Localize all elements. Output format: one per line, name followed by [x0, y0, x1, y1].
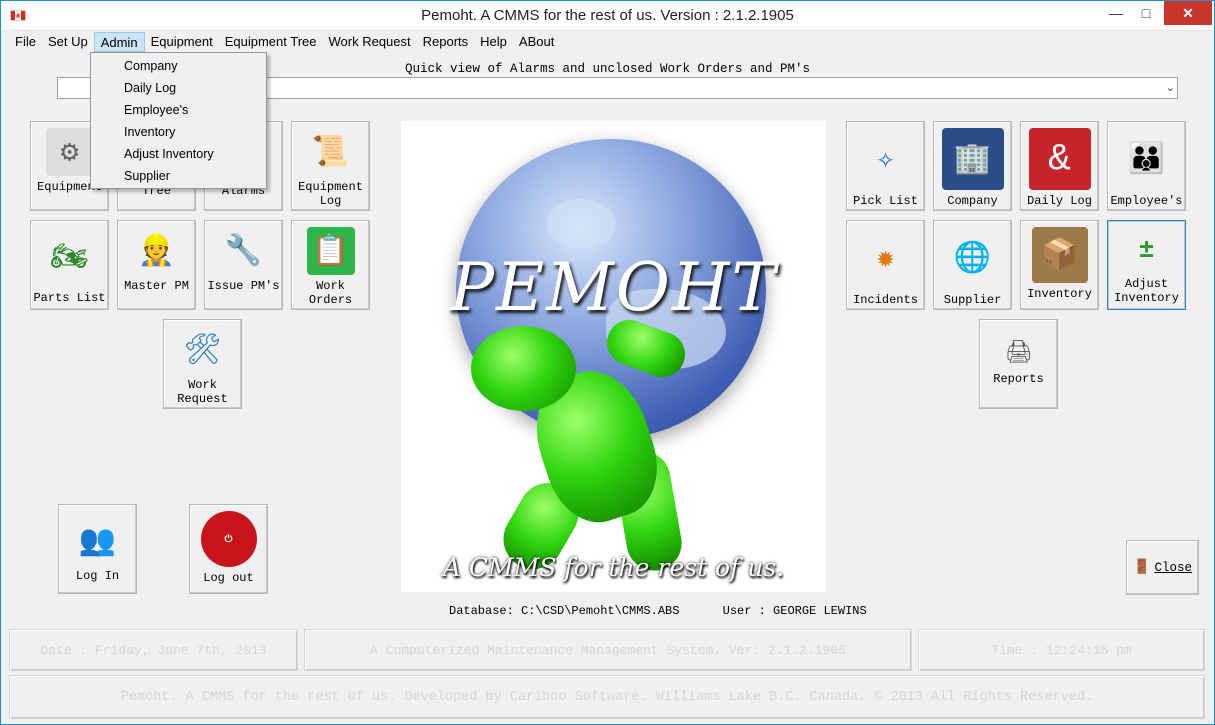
- users-icon: 👥: [78, 525, 117, 560]
- green-figure: [471, 326, 576, 411]
- footer-copyright: Pemoht. A CMMS for the rest of us. Devel…: [9, 675, 1205, 719]
- fireworks-icon: ✹: [876, 242, 895, 277]
- clipboard-worker-icon: 📋: [306, 227, 355, 275]
- network-nodes-icon: ✧: [876, 143, 895, 178]
- equipment-log-button[interactable]: 📜 Equipment Log: [291, 121, 370, 211]
- motorcycle-icon: 🏍: [50, 241, 89, 276]
- database-user-line: Database: C:\CSD\Pemoht\CMMS.ABS User : …: [449, 604, 867, 618]
- exit-door-icon: 🚪: [1133, 560, 1151, 576]
- gears-icon: ⚙: [45, 128, 94, 176]
- chevron-down-icon[interactable]: ⌄: [1166, 81, 1175, 94]
- menu-about[interactable]: ABout: [513, 32, 560, 52]
- printer-icon: 🖨: [1004, 341, 1033, 366]
- warehouse-icon: 📦: [1031, 227, 1088, 283]
- menu-work-request[interactable]: Work Request: [323, 32, 417, 52]
- logout-badge-icon: ⏻: [200, 511, 257, 567]
- app-window: ❀ Pemoht. A CMMS for the rest of us. Ver…: [0, 0, 1215, 725]
- menu-equipment[interactable]: Equipment: [145, 32, 219, 52]
- admin-menu-inventory[interactable]: Inventory: [91, 121, 266, 143]
- issue-pms-button[interactable]: 🔧 Issue PM's: [204, 220, 283, 310]
- menu-file[interactable]: File: [9, 32, 42, 52]
- admin-dropdown-menu: Company Daily Log Employee's Inventory A…: [90, 52, 267, 189]
- supplier-button[interactable]: 🌐 Supplier: [933, 220, 1012, 310]
- admin-menu-daily-log[interactable]: Daily Log: [91, 77, 266, 99]
- admin-menu-supplier[interactable]: Supplier: [91, 165, 266, 187]
- inventory-button[interactable]: 📦 Inventory: [1020, 220, 1099, 310]
- menu-reports[interactable]: Reports: [417, 32, 475, 52]
- team-people-icon: 👪: [1127, 143, 1166, 178]
- status-system: A Computerized Maintenance Management Sy…: [304, 629, 912, 671]
- company-button[interactable]: 🏢 Company: [933, 121, 1012, 211]
- menu-admin[interactable]: Admin: [93, 32, 145, 52]
- work-request-button[interactable]: 🛠 Work Request: [163, 319, 242, 409]
- title-bar: ❀ Pemoht. A CMMS for the rest of us. Ver…: [1, 1, 1214, 31]
- globe-icon: 🌐: [953, 242, 992, 277]
- brand-logo-text: PEMOHT: [449, 249, 778, 326]
- log-in-button[interactable]: 👥 Log In: [58, 504, 137, 594]
- tools-icon: 🛠: [183, 334, 222, 369]
- plus-minus-icon: ±: [1138, 235, 1155, 265]
- pick-list-button[interactable]: ✧ Pick List: [846, 121, 925, 211]
- menu-bar: File Set Up Admin Equipment Equipment Tr…: [1, 31, 1214, 53]
- admin-menu-adjust-inventory[interactable]: Adjust Inventory: [91, 143, 266, 165]
- minimize-button[interactable]: —: [1102, 1, 1130, 25]
- tagline: A CMMS for the rest of us.: [442, 553, 785, 582]
- window-title: Pemoht. A CMMS for the rest of us. Versi…: [421, 7, 794, 24]
- master-pm-button[interactable]: 👷 Master PM: [117, 220, 196, 310]
- status-time: Time : 12:24:15 pm: [918, 629, 1205, 671]
- menu-help[interactable]: Help: [474, 32, 513, 52]
- log-scroll-icon: 📜: [311, 136, 350, 171]
- parts-list-button[interactable]: 🏍 Parts List: [30, 220, 109, 310]
- reports-button[interactable]: 🖨 Reports: [979, 319, 1058, 409]
- company-profile-icon: 🏢: [941, 128, 1004, 190]
- menu-equipment-tree[interactable]: Equipment Tree: [219, 32, 323, 52]
- status-date: Date : Friday, June 7th, 2013: [9, 629, 298, 671]
- work-orders-button[interactable]: 📋 Work Orders: [291, 220, 370, 310]
- daily-log-book-icon: &: [1028, 128, 1091, 190]
- admin-menu-employees[interactable]: Employee's: [91, 99, 266, 121]
- splash-image: PEMOHT A CMMS for the rest of us.: [401, 121, 826, 592]
- menu-setup[interactable]: Set Up: [42, 32, 94, 52]
- close-button[interactable]: 🚪 Close: [1126, 540, 1199, 595]
- mechanic-icon: 👷: [137, 235, 176, 270]
- incidents-button[interactable]: ✹ Incidents: [846, 220, 925, 310]
- wrench-worker-icon: 🔧: [224, 235, 263, 270]
- log-out-button[interactable]: ⏻ Log out: [189, 504, 268, 594]
- adjust-inventory-button[interactable]: ± Adjust Inventory: [1107, 220, 1186, 310]
- close-window-button[interactable]: ✕: [1164, 1, 1212, 25]
- maximize-button[interactable]: □: [1132, 1, 1160, 25]
- admin-menu-company[interactable]: Company: [91, 55, 266, 77]
- daily-log-button[interactable]: & Daily Log: [1020, 121, 1099, 211]
- employees-button[interactable]: 👪 Employee's: [1107, 121, 1186, 211]
